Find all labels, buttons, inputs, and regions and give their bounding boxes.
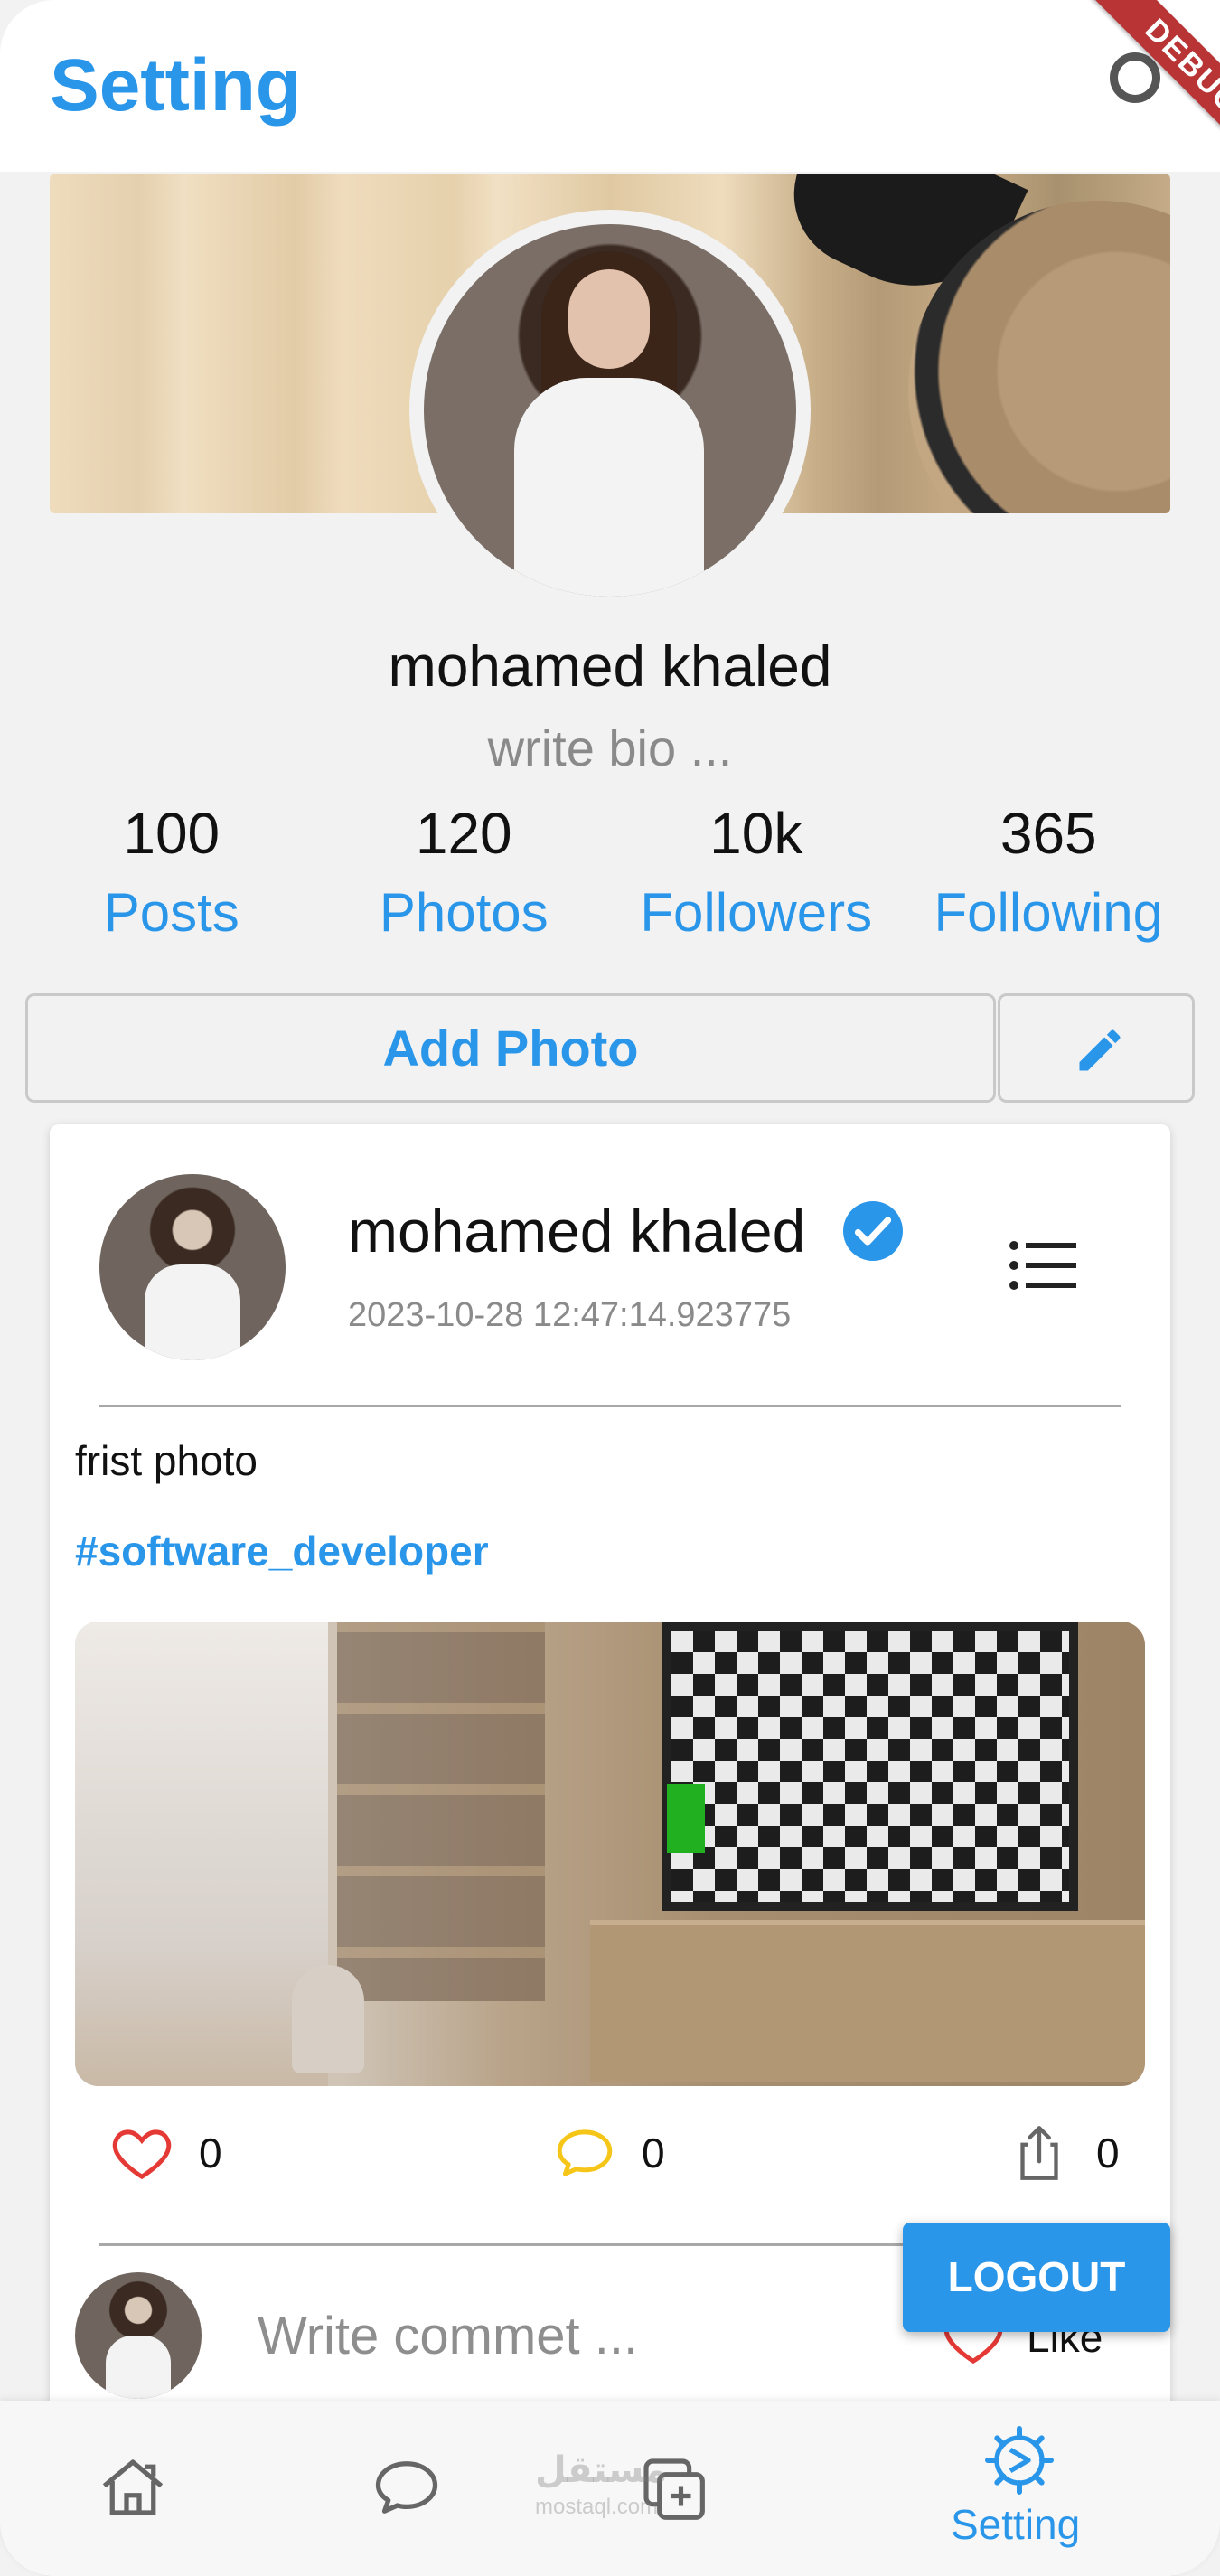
stat-label: Posts (103, 882, 239, 943)
post-reactions: 0 0 0 (50, 2117, 1170, 2189)
add-photo-button[interactable]: Add Photo (25, 993, 996, 1103)
comment-input[interactable] (258, 2290, 800, 2381)
home-icon (102, 2459, 164, 2515)
profile-name: mohamed khaled (388, 634, 832, 699)
heart-icon (112, 2129, 172, 2180)
post-card: mohamed khaled 2023-10-28 12:47:14.92377… (50, 1124, 1170, 2576)
post-header-divider (99, 1405, 1121, 1407)
page-title: Setting (50, 44, 301, 127)
logout-button[interactable]: LOGOUT (903, 2223, 1170, 2332)
menu-list-icon[interactable] (1009, 1240, 1076, 1291)
stat-value: 100 (123, 801, 221, 866)
nav-label-setting: Setting (951, 2501, 1081, 2548)
post-author-avatar[interactable] (99, 1174, 286, 1360)
stat-followers[interactable]: 10k Followers (610, 800, 903, 944)
comment-count: 0 (642, 2129, 665, 2176)
post-timestamp: 2023-10-28 12:47:14.923775 (348, 1296, 792, 1334)
post-caption: frist photo (75, 1437, 258, 1484)
like-count: 0 (199, 2129, 222, 2176)
profile-avatar-image (424, 224, 796, 597)
like-button[interactable]: 0 (108, 2117, 222, 2189)
watermark-logo: مستقل (535, 2450, 668, 2490)
image-green-marker (667, 1784, 705, 1853)
profile-bio[interactable]: write bio ... (0, 719, 1220, 777)
nav-item-setting[interactable]: Setting (940, 2401, 1103, 2576)
avatar-shirt-shape (106, 2336, 171, 2399)
nav-item-home[interactable] (86, 2401, 185, 2576)
stat-posts[interactable]: 100 Posts (25, 800, 318, 944)
stat-label: Following (934, 882, 1163, 943)
appbar-action-icon[interactable] (1110, 52, 1160, 103)
avatar-face-shape (568, 269, 650, 369)
image-shelf-shape (337, 1622, 545, 2001)
settings-icon (985, 2426, 1054, 2495)
stat-value: 120 (415, 801, 512, 866)
share-icon (1020, 2126, 1058, 2180)
stat-value: 10k (709, 801, 803, 866)
stat-label: Followers (640, 882, 873, 943)
stat-label: Photos (379, 882, 549, 943)
image-cabinet-shape (590, 1920, 1145, 2082)
post-author-name[interactable]: mohamed khaled (348, 1197, 805, 1265)
app-bar: Setting (0, 0, 1220, 172)
comment-button[interactable]: 0 (551, 2117, 665, 2189)
profile-stats: 100 Posts 120 Photos 10k Followers 365 F… (25, 800, 1195, 944)
avatar-shirt-shape (145, 1264, 240, 1360)
post-hashtag[interactable]: #software_developer (75, 1527, 489, 1575)
pencil-icon (1079, 1029, 1121, 1071)
commenter-avatar (75, 2272, 202, 2399)
verified-icon (843, 1201, 903, 1261)
share-button[interactable]: 0 (1006, 2117, 1120, 2189)
stat-value: 365 (999, 801, 1097, 866)
watermark-url: mostaql.com (535, 2495, 659, 2519)
avatar-shirt-shape (514, 378, 704, 597)
stat-photos[interactable]: 120 Photos (318, 800, 611, 944)
image-cat-shape (292, 1965, 364, 2073)
profile-avatar[interactable] (409, 210, 811, 611)
chat-icon (375, 2461, 438, 2514)
post-image[interactable] (75, 1622, 1145, 2086)
nav-item-chats[interactable] (360, 2401, 459, 2576)
edit-profile-button[interactable] (998, 993, 1195, 1103)
share-count: 0 (1096, 2129, 1120, 2176)
comment-icon (557, 2129, 613, 2176)
image-window-shape (75, 1622, 328, 2086)
image-tv-shape (662, 1622, 1078, 1911)
stat-following[interactable]: 365 Following (903, 800, 1196, 944)
